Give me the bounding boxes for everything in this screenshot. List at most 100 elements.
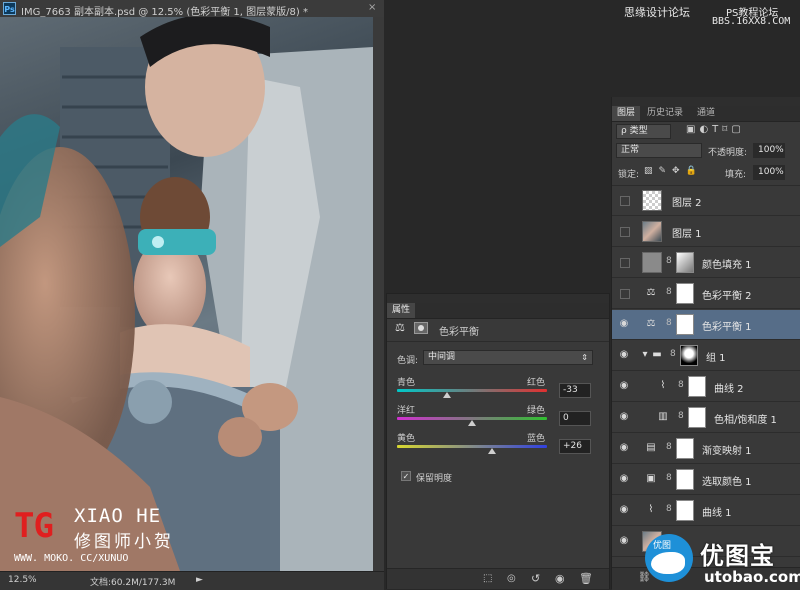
slider-value-field[interactable]: 0 [559,411,591,426]
photoshop-icon: Ps [3,2,16,15]
layer-mask-thumbnail[interactable] [676,438,694,459]
chain-icon[interactable]: 8 [666,504,672,514]
tab-properties[interactable]: 属性 [387,303,416,318]
layer-row[interactable]: 图层 1 [612,217,800,247]
layer-row[interactable]: ◉ ▣ 8 选取颜色 1 [612,465,800,495]
view-previous-icon[interactable]: ◎ [507,573,516,584]
eye-icon[interactable]: ◉ [617,317,631,331]
moko-url: WWW. MOKO. CC/XUNUO [14,553,129,564]
slider-thumb[interactable] [468,420,476,426]
tab-channels[interactable]: 通道 [692,106,720,121]
layer-mask-thumbnail[interactable] [676,469,694,490]
slider-right-label: 红色 [527,378,546,388]
layer-filter-select[interactable]: ρ 类型 [616,124,671,139]
chain-icon[interactable]: 8 [666,442,672,452]
layer-mask-thumbnail[interactable] [676,314,694,335]
visibility-toggle-empty[interactable] [620,289,630,299]
mask-icon[interactable] [414,322,428,334]
chain-icon[interactable]: 8 [666,318,672,328]
layers-collapse-bar[interactable] [612,97,800,106]
visibility-toggle-empty[interactable] [620,227,630,237]
chain-icon[interactable]: 8 [670,349,676,359]
blend-mode-select[interactable]: 正常 [616,143,702,158]
layer-row[interactable]: ◉ ▥ 8 色相/饱和度 1 [612,403,800,433]
slider-thumb[interactable] [488,448,496,454]
panel-collapse-bar[interactable] [387,294,609,303]
layer-mask-thumbnail[interactable] [676,252,694,273]
eye-icon[interactable]: ◉ [617,410,631,424]
eye-icon[interactable]: ◉ [617,534,631,548]
layer-mask-thumbnail[interactable] [688,376,706,397]
layer-name: 色彩平衡 2 [702,291,752,302]
slider-left-label: 黄色 [397,434,416,444]
layer-row[interactable]: ◉ ⌇ 8 曲线 1 [612,496,800,526]
layer-row[interactable]: ◉ ⌇ 8 曲线 2 [612,372,800,402]
slider-thumb[interactable] [443,392,451,398]
layer-row[interactable]: ⚖ 8 色彩平衡 2 [612,279,800,309]
utobao-logo: 优图 [645,534,693,582]
eye-icon[interactable]: ◉ [617,472,631,486]
status-menu-arrow-icon[interactable]: ► [196,575,203,585]
zoom-level[interactable]: 12.5% [8,575,37,585]
close-icon[interactable]: × [368,2,376,13]
document-tab[interactable]: Ps IMG_7663 副本副本.psd @ 12.5% (色彩平衡 1, 图层… [0,0,384,18]
document-size: 文档:60.2M/177.3M [90,578,176,588]
tone-select[interactable]: 中间调 ⇕ [423,350,593,365]
layer-name: 曲线 2 [714,384,744,395]
visibility-toggle-empty[interactable] [620,258,630,268]
delete-icon[interactable]: 🗑 [579,572,593,585]
vertical-scrollbar[interactable] [373,17,384,571]
layer-row[interactable]: 图层 2 [612,186,800,216]
layer-row[interactable]: 8 颜色填充 1 [612,248,800,278]
tg-logo: TG [14,506,54,546]
layer-mask-thumbnail[interactable] [688,407,706,428]
tab-layers[interactable]: 图层 [612,106,641,121]
adjustment-icon: ⌇ [648,504,654,515]
layer-mask-thumbnail[interactable] [676,283,694,304]
filter-icons[interactable]: ▣◐T⌑▢ [686,124,745,135]
layers-panel: 图层 历史记录 通道 ρ 类型 ▣◐T⌑▢ 正常 不透明度: 100% 锁定: … [611,97,800,590]
xiao-he-chinese: 修图师小贺 [74,532,174,552]
slider-value-field[interactable]: -33 [559,383,591,398]
slider-left-label: 青色 [397,378,416,388]
slider-value-field[interactable]: +26 [559,439,591,454]
layer-row[interactable]: ◉ ⚖ 8 色彩平衡 1 [612,310,800,340]
slider-track[interactable] [397,389,547,392]
preserve-luminosity-checkbox[interactable]: ✓ [401,471,411,481]
xiao-he-text: XIAO HE [74,505,162,527]
chain-icon[interactable]: 8 [678,380,684,390]
eye-icon[interactable]: ◉ [617,379,631,393]
tone-select-value: 中间调 [428,352,456,362]
brand-chinese: 优图宝 [700,542,775,570]
eye-icon[interactable]: ◉ [617,348,631,362]
link-layers-icon[interactable]: ⛓ [638,572,651,583]
image-canvas[interactable]: TG XIAO HE 修图师小贺 WWW. MOKO. CC/XUNUO [0,17,373,571]
brand-url: utobao.com [704,568,800,586]
eye-icon[interactable]: ◉ [617,503,631,517]
visibility-toggle-empty[interactable] [620,196,630,206]
opacity-label: 不透明度: [708,148,748,158]
chain-icon[interactable]: 8 [666,473,672,483]
layer-row[interactable]: ◉ ▾ ▬ 8 组 1 [612,341,800,371]
layer-mask-thumbnail[interactable] [680,345,698,366]
adjustment-icon: ⌇ [660,380,666,391]
layer-name: 选取颜色 1 [702,477,752,488]
lock-icons[interactable]: ▨✎✥🔒 [644,166,703,176]
reset-icon[interactable]: ↺ [531,572,540,585]
opacity-field[interactable]: 100% [753,143,785,158]
fill-field[interactable]: 100% [753,165,785,180]
layer-thumbnail [642,190,662,211]
layer-row[interactable]: ◉ ▤ 8 渐变映射 1 [612,434,800,464]
layer-name: 色相/饱和度 1 [714,415,777,426]
layer-list: 图层 2 图层 1 8 颜色填充 1 ⚖ 8 色彩平衡 2 ◉ ⚖ 8 色彩平衡 1 ◉ ▾ ▬ 8 组 1 ◉… [612,186,800,566]
tab-history[interactable]: 历史记录 [642,106,688,121]
chain-icon[interactable]: 8 [666,256,672,266]
slider-track[interactable] [397,445,547,448]
chain-icon[interactable]: 8 [678,411,684,421]
visibility-icon[interactable]: ◉ [555,572,565,585]
logo-bird-text: 优图 [653,541,672,551]
eye-icon[interactable]: ◉ [617,441,631,455]
chain-icon[interactable]: 8 [666,287,672,297]
clip-icon[interactable]: ⬚ [483,573,492,584]
layer-mask-thumbnail[interactable] [676,500,694,521]
